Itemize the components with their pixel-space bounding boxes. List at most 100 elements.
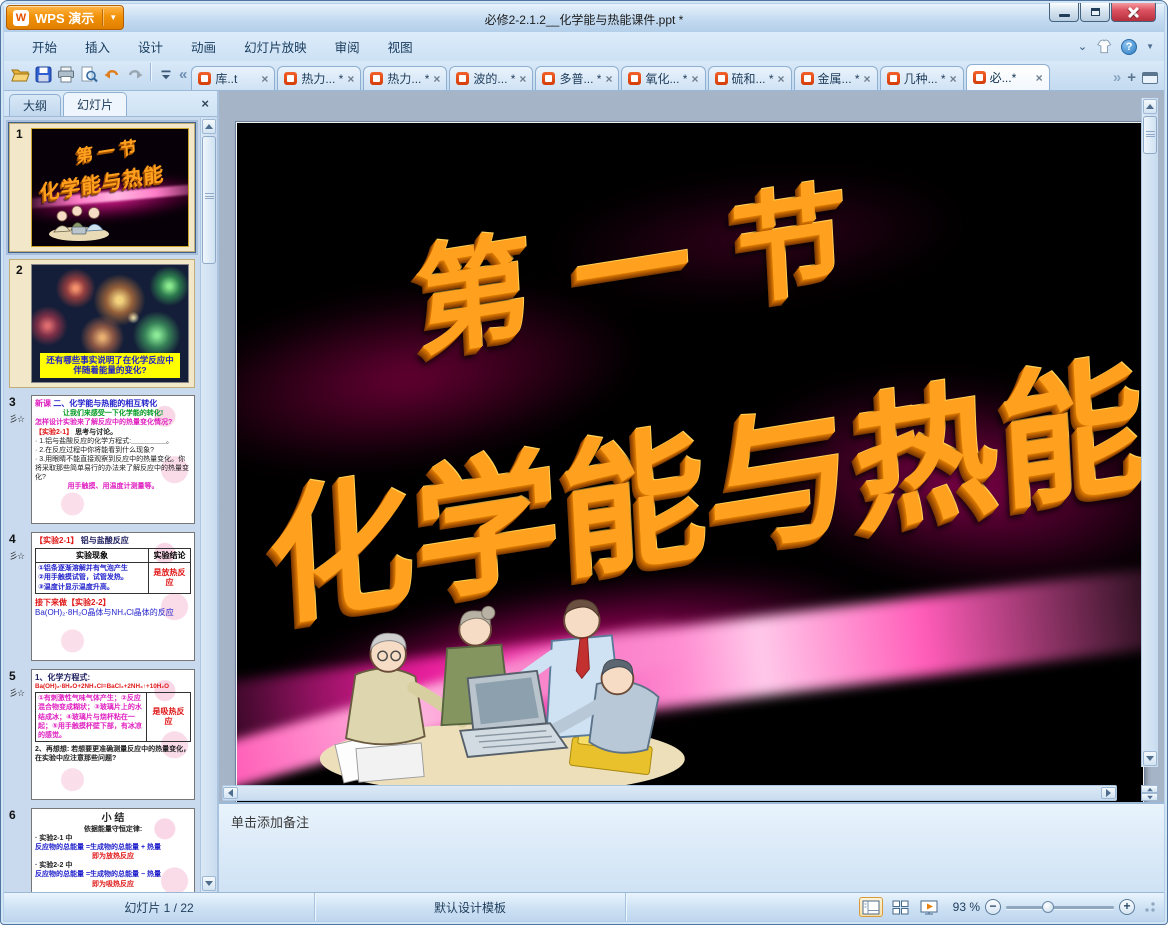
triangle-up-icon	[1146, 104, 1154, 109]
redo-button[interactable]	[125, 65, 145, 85]
menu-item[interactable]: 幻灯片放映	[230, 32, 321, 61]
document-tab[interactable]: 硫和... * ×	[707, 66, 792, 90]
tab-slides[interactable]: 幻灯片	[63, 92, 128, 116]
scrollbar-thumb[interactable]	[202, 136, 216, 264]
close-tab-icon[interactable]: ×	[519, 73, 526, 85]
document-tab[interactable]: 多普... * ×	[535, 66, 620, 90]
close-tab-icon[interactable]: ×	[433, 73, 440, 85]
document-tab[interactable]: 库..t ×	[191, 66, 276, 90]
document-tab[interactable]: 热力... * ×	[363, 66, 448, 90]
tab-outline[interactable]: 大纲	[9, 94, 62, 116]
zoom-out-button[interactable]: −	[985, 899, 1001, 915]
ppt-document-icon	[714, 72, 728, 85]
slide-number: 3	[9, 395, 16, 409]
slide-title-wordart[interactable]: 第一节	[410, 133, 893, 380]
triangle-left-icon	[228, 789, 233, 797]
toolbar-options-button[interactable]	[156, 65, 176, 85]
document-tab-label: 几种... *	[903, 72, 946, 86]
triangle-down-icon	[205, 881, 213, 886]
animation-indicator-icon: 彡☆	[9, 414, 25, 424]
slide-thumbnail-1[interactable]: 1 第一节 化学能与热能	[8, 122, 196, 253]
template-name: 默认设计模板	[433, 900, 506, 915]
close-tab-icon[interactable]: ×	[950, 73, 957, 85]
fireworks-image: 还有哪些事实说明了在化学反应中 伴随着能量的变化?	[31, 264, 189, 383]
zoom-slider[interactable]	[1006, 899, 1114, 915]
zoom-in-button[interactable]: +	[1119, 899, 1135, 915]
open-file-button[interactable]	[10, 65, 30, 85]
skin-theme-icon[interactable]	[1096, 39, 1112, 54]
close-tab-icon[interactable]: ×	[347, 73, 354, 85]
caption-line: 还有哪些事实说明了在化学反应中	[46, 354, 174, 365]
document-tab[interactable]: 金属... * ×	[793, 66, 878, 90]
menu-items: 开始 插入 设计 动画 幻灯片放映 审阅 视图	[4, 32, 427, 61]
close-tab-icon[interactable]: ×	[691, 73, 698, 85]
scroll-tabs-right-icon[interactable]: »	[1113, 70, 1121, 85]
close-tab-icon[interactable]: ×	[1036, 72, 1043, 84]
slide-thumbnail-2[interactable]: 2 还有哪些事实说明了在化学反应中 伴随着能量的变化?	[9, 259, 195, 388]
document-tab[interactable]: 几种... * ×	[879, 66, 964, 90]
slide-thumbnail-3[interactable]: 3 彡☆ 新课 二、化学能与热能的相互转化 让我们来感受一下化学能的转化! 怎样…	[9, 395, 200, 524]
resize-grip-icon[interactable]	[1144, 901, 1156, 913]
close-tab-icon[interactable]: ×	[778, 73, 785, 85]
vertical-scrollbar[interactable]	[1141, 98, 1158, 767]
document-tab[interactable]: 热力... * ×	[277, 66, 362, 90]
menu-item[interactable]: 审阅	[321, 32, 374, 61]
scroll-up-button[interactable]	[1143, 99, 1157, 114]
document-tab[interactable]: 氧化... * ×	[621, 66, 706, 90]
animation-indicator-icon: 彡☆	[9, 551, 25, 561]
scroll-down-button[interactable]	[202, 876, 216, 891]
menu-item[interactable]: 开始	[18, 32, 71, 61]
previous-slide-button[interactable]	[1141, 785, 1158, 793]
sidebar-scrollbar[interactable]	[200, 118, 217, 892]
next-slide-button[interactable]	[1141, 793, 1158, 801]
slide-number: 4	[9, 532, 16, 546]
window-manage-icon[interactable]	[1142, 71, 1158, 84]
print-preview-button[interactable]	[79, 65, 99, 85]
slide-thumbnail-6[interactable]: 6 小 结 依据能量守恒定律: · 实验2-1 中 反应物的总能量 =生成物的总…	[9, 808, 200, 892]
normal-view-icon	[862, 900, 880, 914]
scroll-left-button[interactable]	[223, 787, 238, 799]
slide-sorter-icon	[892, 900, 908, 914]
slide-indicator: 幻灯片 1 / 22	[124, 900, 194, 915]
scroll-right-button[interactable]	[1101, 787, 1116, 799]
menu-item[interactable]: 动画	[177, 32, 230, 61]
chevron-down-icon[interactable]: ▼	[1146, 42, 1154, 51]
menu-item[interactable]: 设计	[124, 32, 177, 61]
undo-button[interactable]	[102, 65, 122, 85]
ppt-document-icon	[284, 72, 298, 85]
notes-pane[interactable]: 单击添加备注	[219, 802, 1164, 892]
menu-item[interactable]: 插入	[71, 32, 124, 61]
print-button[interactable]	[56, 65, 76, 85]
minimize-button[interactable]	[1049, 3, 1079, 22]
document-tab-active[interactable]: 必...* ×	[965, 64, 1050, 90]
document-tab[interactable]: 波的... * ×	[449, 66, 534, 90]
close-tab-icon[interactable]: ×	[605, 73, 612, 85]
close-panel-icon[interactable]: ×	[201, 96, 209, 111]
restore-button[interactable]	[1080, 3, 1110, 22]
slide-thumbnail-4[interactable]: 4 彡☆ 【实验2-1】 铝与盐酸反应 实验现象 实验结论 ①铝条逐渐溶解并有气…	[9, 532, 200, 661]
horizontal-scrollbar[interactable]	[222, 785, 1117, 801]
slide-sorter-view-button[interactable]	[888, 897, 912, 917]
scroll-up-button[interactable]	[202, 119, 216, 134]
slideshow-button[interactable]	[917, 897, 941, 917]
collapse-toolbar-icon[interactable]: ⌄	[1078, 40, 1087, 53]
ppt-document-icon	[456, 72, 470, 85]
scrollbar-thumb[interactable]	[1143, 116, 1157, 154]
new-tab-icon[interactable]: +	[1127, 70, 1136, 85]
save-button[interactable]	[33, 65, 53, 85]
help-icon[interactable]: ?	[1121, 38, 1138, 55]
scroll-down-button[interactable]	[1143, 751, 1157, 766]
normal-view-button[interactable]	[859, 897, 883, 917]
menu-item[interactable]: 视图	[374, 32, 427, 61]
notes-placeholder[interactable]: 单击添加备注	[231, 812, 1152, 844]
people-meeting-clipart[interactable]	[292, 538, 722, 800]
triangle-down-icon	[1146, 795, 1153, 799]
preview-magnifier-icon	[81, 66, 98, 83]
slide-canvas[interactable]: 第一节 化学能与热能	[236, 122, 1144, 803]
close-tab-icon[interactable]: ×	[864, 73, 871, 85]
scroll-tabs-left-icon[interactable]: «	[179, 67, 187, 82]
close-button[interactable]	[1111, 3, 1156, 22]
close-tab-icon[interactable]: ×	[261, 73, 268, 85]
slide-thumbnail-5[interactable]: 5 彡☆ 1、化学方程式: Ba(OH)₂·8H₂O+2NH₄Cl=BaCl₂+…	[9, 669, 200, 800]
zoom-slider-thumb[interactable]	[1042, 901, 1054, 913]
